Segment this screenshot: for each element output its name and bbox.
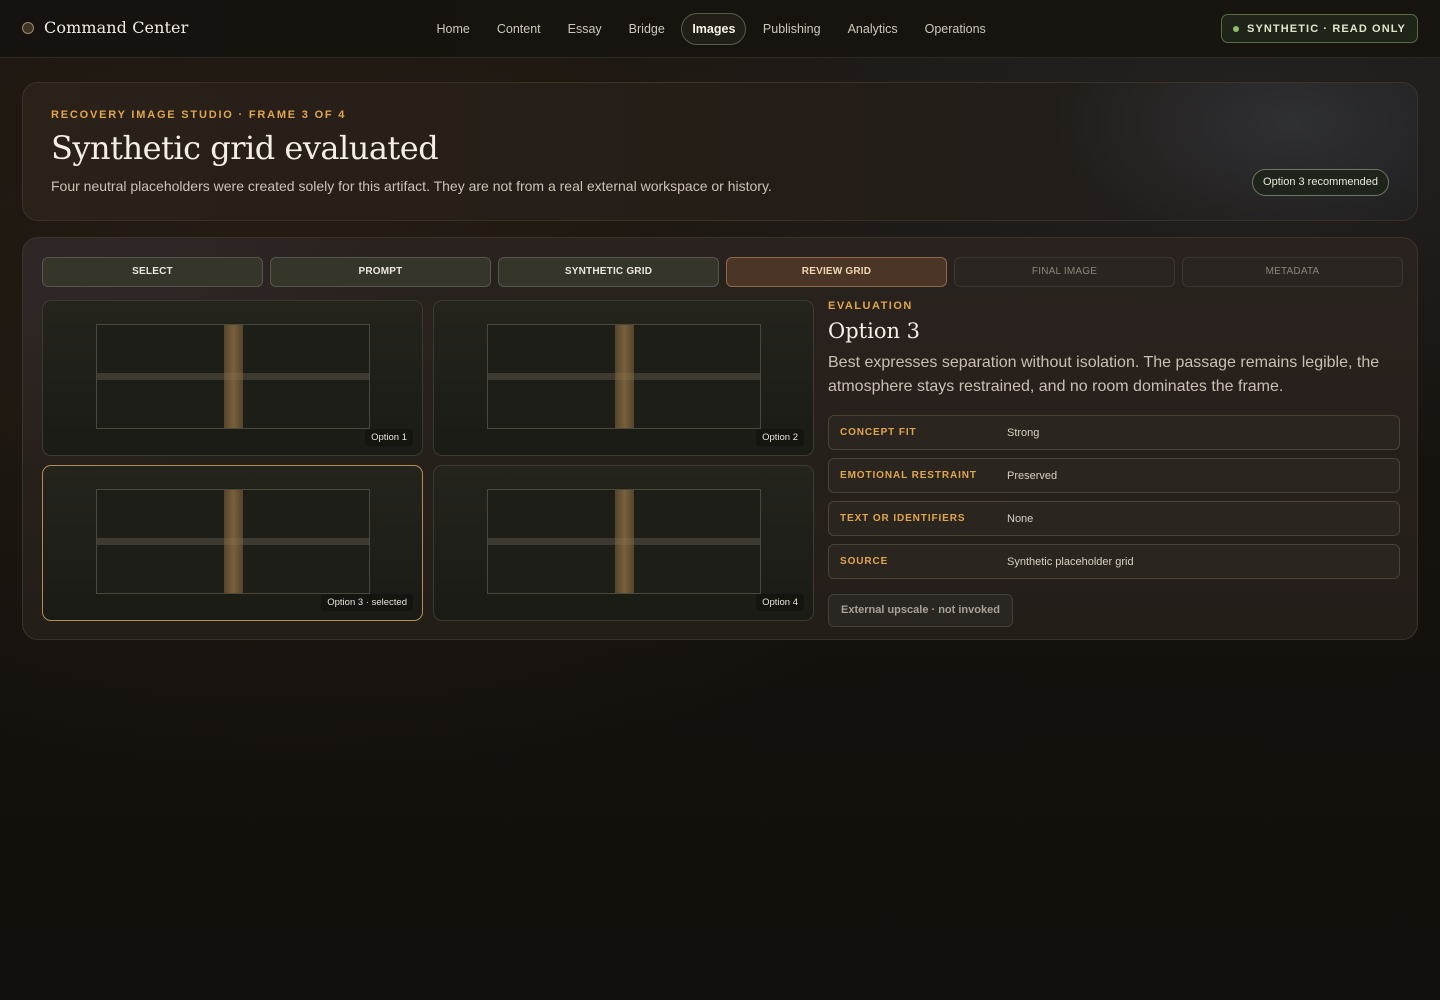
evaluation-eyebrow: EVALUATION <box>828 300 913 312</box>
evaluation-rows: CONCEPT FIT Strong EMOTIONAL RESTRAINT P… <box>828 415 1400 579</box>
studio-eyebrow: RECOVERY IMAGE STUDIO · FRAME 3 OF 4 <box>51 109 347 121</box>
placeholder-beam-vertical <box>224 325 243 428</box>
nav-item-home[interactable]: Home <box>423 13 483 45</box>
page-title: Synthetic grid evaluated <box>51 129 439 167</box>
image-grid: Option 1 Option 2 Option 3 · selected Op… <box>42 300 814 621</box>
nav-item-content[interactable]: Content <box>483 13 554 45</box>
placeholder-image <box>487 489 761 594</box>
evaluation-row-value: Synthetic placeholder grid <box>1007 555 1134 568</box>
page-subtitle: Four neutral placeholders were created s… <box>51 178 772 194</box>
evaluation-row: TEXT OR IDENTIFIERS None <box>828 501 1400 536</box>
main-nav: Home Content Essay Bridge Images Publish… <box>423 13 999 45</box>
step-final-image[interactable]: FINAL IMAGE <box>954 257 1175 287</box>
recommendation-badge: Option 3 recommended <box>1252 169 1389 196</box>
evaluation-row-value: Strong <box>1007 426 1040 439</box>
placeholder-image <box>96 489 370 594</box>
app-title: Command Center <box>44 18 189 37</box>
evaluation-panel: EVALUATION Option 3 Best expresses separ… <box>828 300 1400 627</box>
status-dot-icon <box>1233 25 1240 32</box>
step-review-grid[interactable]: REVIEW GRID <box>726 257 947 287</box>
evaluation-row-key: SOURCE <box>840 556 889 567</box>
brand-logo-icon <box>22 21 34 34</box>
option-label: Option 3 · selected <box>321 594 413 611</box>
grid-option-1[interactable]: Option 1 <box>42 300 423 456</box>
nav-item-analytics[interactable]: Analytics <box>834 13 911 45</box>
step-select[interactable]: SELECT <box>42 257 263 287</box>
step-prompt[interactable]: PROMPT <box>270 257 491 287</box>
option-label: Option 2 <box>756 429 804 446</box>
step-tabs: SELECT PROMPT SYNTHETIC GRID REVIEW GRID… <box>42 257 1403 287</box>
placeholder-image <box>96 324 370 429</box>
read-only-badge: SYNTHETIC · READ ONLY <box>1221 14 1418 43</box>
read-only-badge-label: SYNTHETIC · READ ONLY <box>1247 22 1406 35</box>
evaluation-row: EMOTIONAL RESTRAINT Preserved <box>828 458 1400 493</box>
placeholder-beam-vertical <box>615 490 634 593</box>
grid-option-2[interactable]: Option 2 <box>433 300 814 456</box>
evaluation-row-key: CONCEPT FIT <box>840 427 917 438</box>
hero-panel: RECOVERY IMAGE STUDIO · FRAME 3 OF 4 Syn… <box>22 82 1418 221</box>
workspace-panel: SELECT PROMPT SYNTHETIC GRID REVIEW GRID… <box>22 237 1418 640</box>
evaluation-row: SOURCE Synthetic placeholder grid <box>828 544 1400 579</box>
placeholder-image <box>487 324 761 429</box>
placeholder-beam-vertical <box>615 325 634 428</box>
step-synthetic-grid[interactable]: SYNTHETIC GRID <box>498 257 719 287</box>
placeholder-beam-vertical <box>224 490 243 593</box>
evaluation-row-value: Preserved <box>1007 469 1058 482</box>
evaluation-row-key: EMOTIONAL RESTRAINT <box>840 470 977 481</box>
grid-option-3[interactable]: Option 3 · selected <box>42 465 423 621</box>
option-label: Option 4 <box>756 594 804 611</box>
nav-item-images[interactable]: Images <box>681 13 747 45</box>
step-metadata[interactable]: METADATA <box>1182 257 1403 287</box>
nav-item-operations[interactable]: Operations <box>911 13 999 45</box>
nav-item-publishing[interactable]: Publishing <box>749 13 834 45</box>
grid-option-4[interactable]: Option 4 <box>433 465 814 621</box>
brand[interactable]: Command Center <box>22 18 188 37</box>
nav-item-essay[interactable]: Essay <box>554 13 615 45</box>
evaluation-title: Option 3 <box>828 319 921 343</box>
top-bar: Command Center Home Content Essay Bridge… <box>0 0 1440 58</box>
evaluation-row-value: None <box>1007 512 1034 525</box>
evaluation-row-key: TEXT OR IDENTIFIERS <box>840 513 966 524</box>
evaluation-row: CONCEPT FIT Strong <box>828 415 1400 450</box>
evaluation-description: Best expresses separation without isolat… <box>828 354 1380 395</box>
external-upscale-button[interactable]: External upscale · not invoked <box>828 594 1013 627</box>
nav-item-bridge[interactable]: Bridge <box>615 13 678 45</box>
option-label: Option 1 <box>365 429 413 446</box>
